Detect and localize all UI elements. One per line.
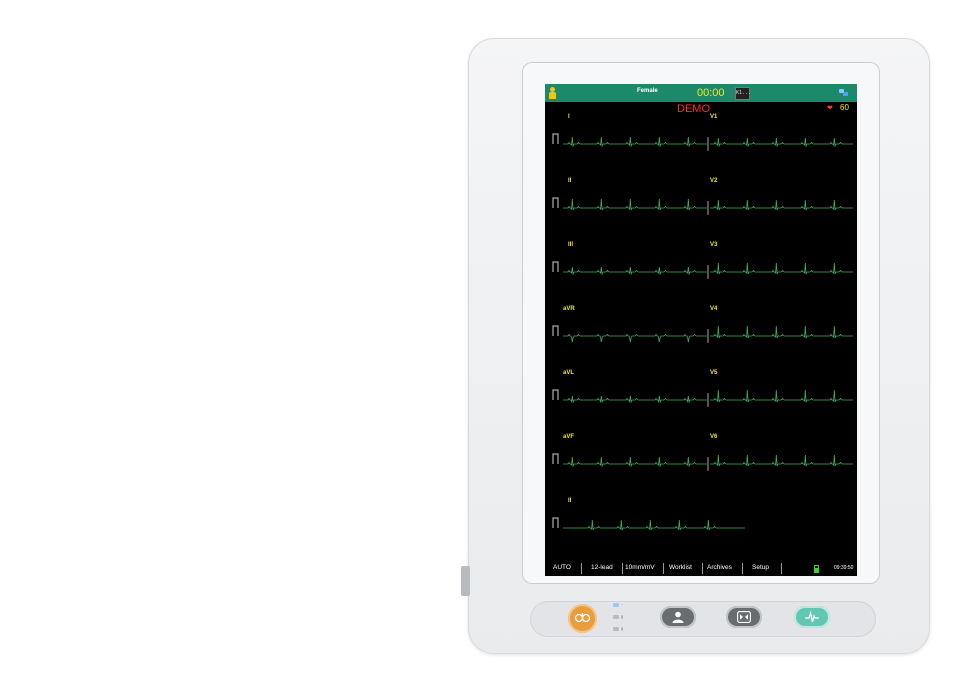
ecg-screen: Female 00:00 K1... DEMO ❤ 60 I II III aV… bbox=[545, 84, 857, 576]
lead-label-v6: V6 bbox=[710, 434, 718, 440]
start-stop-icon bbox=[737, 611, 751, 623]
lead-label-v4: V4 bbox=[710, 306, 718, 312]
menu-divider bbox=[581, 563, 582, 574]
patient-info-button[interactable] bbox=[660, 606, 696, 628]
bottom-menu-bar: AUTO 12-lead 10mm/mV Worklist Archives S… bbox=[545, 561, 857, 576]
menu-auto[interactable]: AUTO bbox=[553, 564, 571, 571]
ac-power-indicator bbox=[613, 603, 619, 607]
calibration-pulse bbox=[552, 325, 559, 336]
lead-label-rhythm-ii: II bbox=[568, 498, 572, 504]
lead-label-v3: V3 bbox=[710, 242, 718, 248]
ecg-trace-right-1 bbox=[710, 199, 853, 211]
menu-gain[interactable]: 10mm/mV bbox=[625, 564, 655, 571]
menu-divider bbox=[742, 563, 743, 574]
menu-12-lead[interactable]: 12-lead bbox=[591, 564, 613, 571]
battery-icon bbox=[814, 565, 819, 573]
menu-worklist[interactable]: Worklist bbox=[669, 564, 692, 571]
menu-divider bbox=[781, 563, 782, 574]
lead-label-v5: V5 bbox=[710, 370, 718, 376]
lead-label-ii: II bbox=[568, 178, 572, 184]
system-clock: 09:39:50 bbox=[834, 565, 854, 571]
charge-symbol: ▮ bbox=[621, 626, 624, 631]
ecg-trace-right-2 bbox=[710, 262, 853, 275]
ecg-trace-rhythm bbox=[563, 519, 745, 531]
ecg-trace-left-3 bbox=[563, 333, 707, 343]
lead-label-avl: aVL bbox=[563, 370, 575, 376]
ecg-trace-right-0 bbox=[710, 137, 853, 148]
menu-divider bbox=[702, 563, 703, 574]
ecg-trace-left-0 bbox=[563, 136, 707, 148]
calibration-pulse bbox=[552, 133, 559, 144]
ecg-trace-left-5 bbox=[563, 456, 707, 468]
ecg-trace-left-4 bbox=[563, 395, 707, 404]
battery-symbol: ▮ bbox=[621, 614, 624, 619]
lead-label-v1: V1 bbox=[710, 114, 718, 120]
ecg-trace-right-3 bbox=[710, 325, 853, 339]
power-button[interactable] bbox=[568, 604, 597, 633]
calibration-pulse bbox=[552, 517, 559, 528]
menu-divider bbox=[622, 563, 623, 574]
lead-label-avr: aVR bbox=[563, 306, 575, 312]
side-port bbox=[461, 566, 470, 596]
menu-archives[interactable]: Archives bbox=[707, 564, 732, 571]
menu-divider bbox=[663, 563, 664, 574]
charge-indicator bbox=[613, 627, 619, 631]
battery-indicator bbox=[613, 615, 619, 619]
calibration-pulse bbox=[552, 261, 559, 272]
lead-label-avf: aVF bbox=[563, 434, 575, 440]
ecg-wave-icon bbox=[805, 611, 819, 623]
lead-label-i: I bbox=[568, 114, 570, 120]
calibration-pulse bbox=[552, 453, 559, 464]
lead-label-iii: III bbox=[568, 242, 574, 248]
ecg-trace-right-4 bbox=[710, 389, 853, 403]
start-stop-button[interactable] bbox=[726, 606, 762, 628]
menu-setup[interactable]: Setup bbox=[752, 564, 769, 571]
lead-label-v2: V2 bbox=[710, 178, 718, 184]
ecg-trace-left-1 bbox=[563, 198, 707, 211]
patient-icon bbox=[672, 611, 684, 623]
ecg-acquire-button[interactable] bbox=[794, 606, 830, 628]
ecg-waveform-area bbox=[552, 133, 853, 531]
ac-power-symbol: ~ bbox=[621, 602, 624, 607]
ecg-trace-left-2 bbox=[563, 266, 707, 276]
calibration-pulse bbox=[552, 197, 559, 208]
ecg-trace-right-5 bbox=[710, 454, 853, 467]
calibration-pulse bbox=[552, 389, 559, 400]
power-standby-icon bbox=[574, 613, 591, 623]
